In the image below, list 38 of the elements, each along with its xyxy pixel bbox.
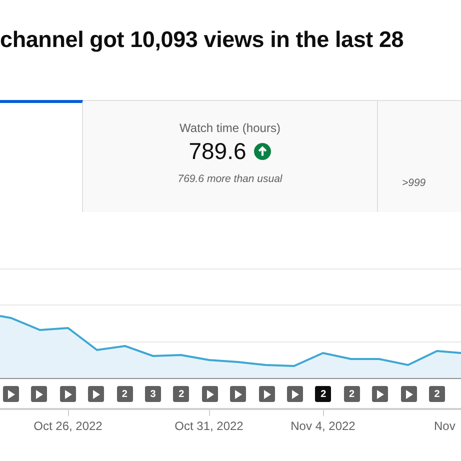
video-count-marker[interactable]: 2 <box>315 386 332 402</box>
video-count-marker[interactable]: 2 <box>173 386 190 402</box>
metric-tab[interactable] <box>0 100 83 212</box>
axis-date-label: Nov 4, 2022 <box>290 419 356 433</box>
play-icon <box>377 390 384 398</box>
page-heading: channel got 10,093 views in the last 28 <box>0 26 405 54</box>
metric-comparison: 769.6 more than usual <box>178 173 282 185</box>
axis-date-label: Nov <box>434 419 456 433</box>
video-marker[interactable] <box>60 386 76 402</box>
play-icon <box>93 390 100 398</box>
video-marker[interactable] <box>372 386 388 402</box>
video-marker[interactable] <box>31 386 48 402</box>
metric-tab[interactable]: >999 <box>378 101 461 212</box>
play-icon <box>8 390 15 398</box>
metric-comparison: >999 <box>401 177 426 189</box>
video-count-marker[interactable]: 3 <box>145 386 161 402</box>
video-marker[interactable] <box>400 386 417 402</box>
metric-tab[interactable]: Watch time (hours) 789.6 769.6 more than usual <box>83 101 378 212</box>
video-marker[interactable] <box>202 386 218 402</box>
metric-label: Watch time (hours) <box>180 121 280 135</box>
play-icon <box>292 390 299 398</box>
play-icon <box>206 390 214 398</box>
play-icon <box>235 390 242 398</box>
video-marker[interactable] <box>258 386 275 402</box>
video-marker[interactable] <box>3 386 19 402</box>
video-count-marker[interactable]: 2 <box>116 386 133 402</box>
video-marker[interactable] <box>287 386 303 402</box>
play-icon <box>264 390 271 398</box>
play-icon <box>64 390 72 398</box>
video-marker[interactable] <box>88 386 104 402</box>
video-count-marker[interactable]: 2 <box>344 386 360 402</box>
video-marker[interactable] <box>230 386 246 402</box>
video-count-marker[interactable]: 2 <box>429 386 445 402</box>
play-icon <box>36 390 44 398</box>
metric-value: 789.6 <box>188 138 246 165</box>
axis-date-label: Oct 31, 2022 <box>174 419 244 433</box>
axis-date-label: Oct 26, 2022 <box>34 419 102 433</box>
play-icon <box>406 390 413 398</box>
